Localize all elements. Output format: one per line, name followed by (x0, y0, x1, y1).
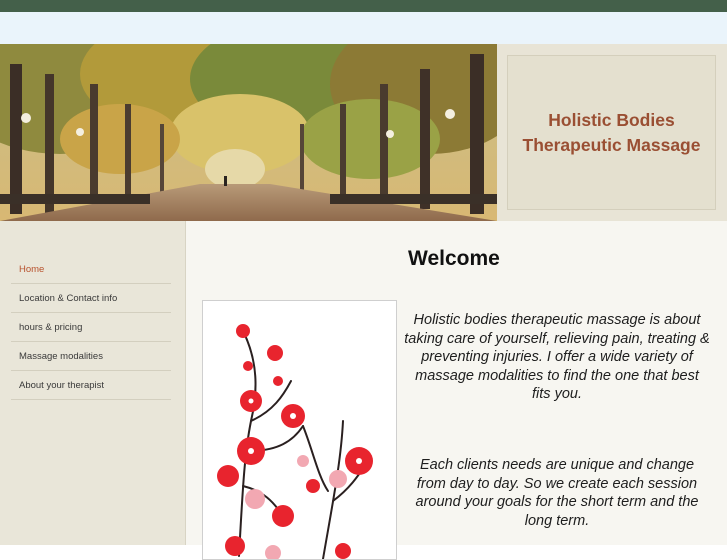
cherry-blossom-image (202, 300, 397, 560)
site-title-box: Holistic Bodies Therapeutic Massage (507, 55, 716, 210)
site-title-line2: Therapeutic Massage (522, 134, 701, 155)
main-content: Welcome Holistic bodies therapeutic mass… (186, 221, 727, 560)
sidebar: Home Location & Contact info hours & pri… (0, 221, 186, 545)
top-bar (0, 0, 727, 12)
nav-item-massage-modalities[interactable]: Massage modalities (11, 342, 171, 371)
site-title-line1: Holistic Bodies (548, 109, 675, 130)
intro-paragraph: Holistic bodies therapeutic massage is a… (404, 312, 710, 402)
site-title: Holistic Bodies Therapeutic Massage (523, 108, 701, 158)
page-title: Welcome (408, 247, 500, 270)
nav-menu: Home Location & Contact info hours & pri… (11, 255, 171, 400)
park-walkway-image (0, 44, 497, 221)
nav-item-location-contact[interactable]: Location & Contact info (11, 284, 171, 313)
banner-image (0, 44, 497, 221)
top-band (0, 12, 727, 44)
cherry-blossom-branch (217, 324, 373, 559)
nav-item-home[interactable]: Home (11, 255, 171, 284)
clients-paragraph: Each clients needs are unique and change… (415, 457, 699, 529)
nav-item-hours-pricing[interactable]: hours & pricing (11, 313, 171, 342)
nav-item-about-therapist[interactable]: About your therapist (11, 371, 171, 400)
header: Holistic Bodies Therapeutic Massage (0, 44, 727, 221)
